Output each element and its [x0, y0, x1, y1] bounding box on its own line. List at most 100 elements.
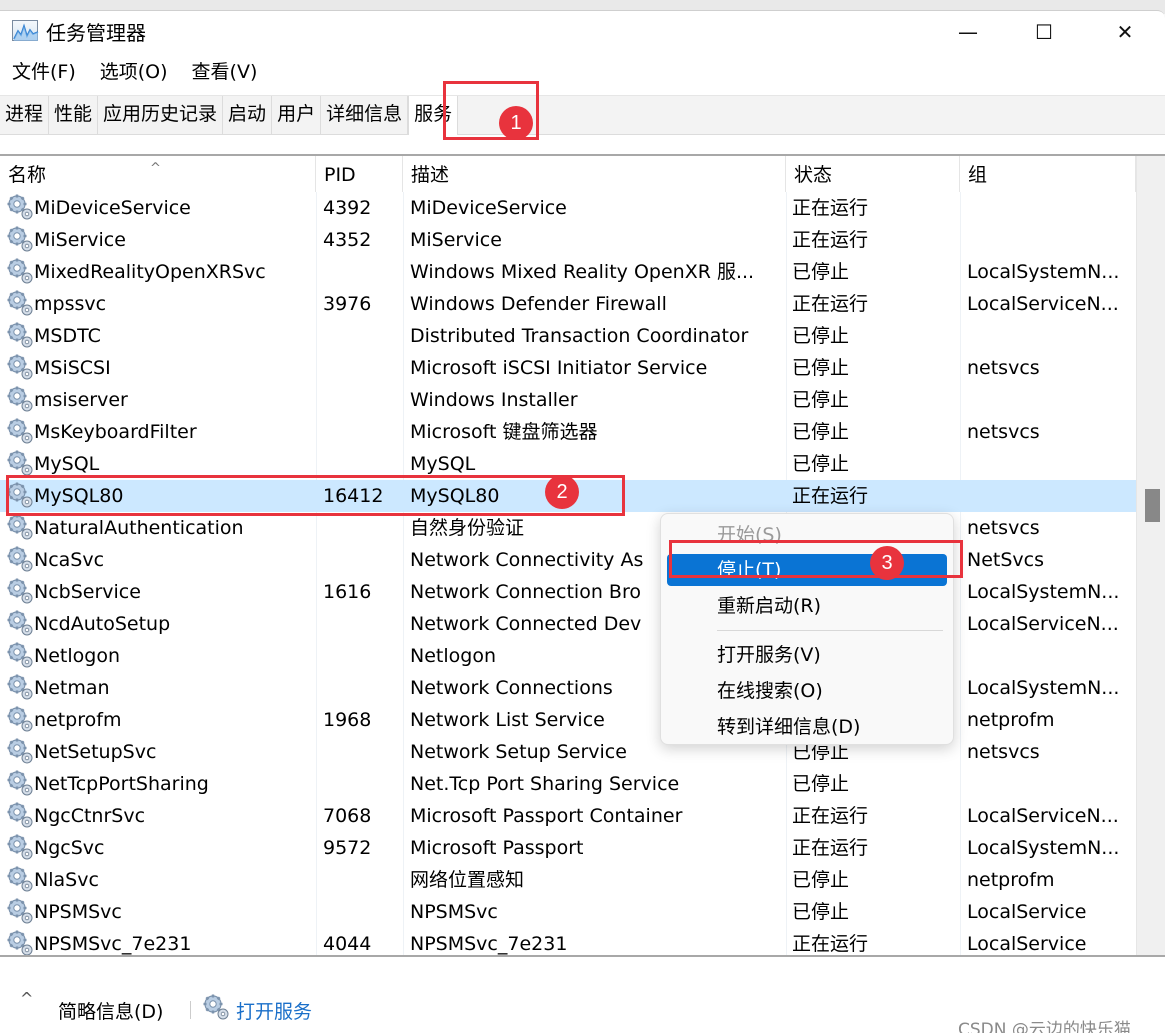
tab-users[interactable]: 用户 [272, 96, 322, 134]
cell-status: 正在运行 [792, 229, 869, 251]
cell-name: NcaSvc [6, 544, 314, 576]
cell-pid [323, 320, 403, 352]
column-header-pid[interactable]: PID [316, 156, 403, 192]
table-row[interactable]: NaturalAuthentication 自然身份验证 netsvcs [0, 512, 1136, 544]
cell-name: NPSMSvc [6, 896, 314, 928]
table-row[interactable]: NgcSvc 9572 Microsoft Passport 正在运行 LocalSys… [0, 832, 1136, 864]
minimize-button[interactable]: — [928, 13, 1008, 51]
table-row[interactable]: netprofm 1968 Network List Service netprofm [0, 704, 1136, 736]
menu-item-search-online[interactable]: 在线搜索(O) [667, 675, 947, 707]
scrollbar-thumb[interactable] [1145, 489, 1160, 522]
fewer-details-link[interactable]: 简略信息(D) [58, 997, 163, 1024]
watermark: CSDN @云边的快乐猫 [958, 1020, 1131, 1033]
table-row[interactable]: MixedRealityOpenXRSvc Windows Mixed Reali… [0, 256, 1136, 288]
cell-pid [323, 768, 403, 800]
cell-status: 正在运行 [792, 485, 869, 507]
annotation-box-stop-item [669, 540, 963, 578]
tab-processes[interactable]: 进程 [0, 96, 50, 134]
cell-description: Net.Tcp Port Sharing Service [410, 773, 680, 795]
service-name: MSDTC [34, 325, 101, 347]
service-gear-icon [6, 800, 34, 828]
service-name: mpssvc [34, 293, 107, 315]
menu-item-go-to-details[interactable]: 转到详细信息(D) [667, 711, 947, 743]
table-row[interactable]: NlaSvc 网络位置感知 已停止 netprofm [0, 864, 1136, 896]
table-row[interactable]: Netman Network Connections LocalSystemN... [0, 672, 1136, 704]
table-row[interactable]: MiService 4352 MiService 正在运行 [0, 224, 1136, 256]
cell-name: NcdAutoSetup [6, 608, 314, 640]
open-services-link[interactable]: 打开服务 [236, 997, 312, 1024]
cell-group: netsvcs [967, 741, 1040, 763]
vertical-scrollbar[interactable] [1136, 156, 1165, 955]
close-button[interactable]: ✕ [1085, 13, 1165, 51]
column-header-status[interactable]: 状态 [786, 156, 960, 192]
service-gear-icon [6, 544, 34, 572]
cell-status: 正在运行 [792, 197, 869, 219]
service-name: NPSMSvc_7e231 [34, 933, 192, 955]
menu-options[interactable]: 选项(O) [88, 57, 180, 89]
cell-description: Windows Defender Firewall [410, 293, 667, 315]
table-row[interactable]: NcdAutoSetup Network Connected Dev LocalSe… [0, 608, 1136, 640]
table-row[interactable]: NetSetupSvc Network Setup Service 已停止 netsv… [0, 736, 1136, 768]
table-row[interactable]: NPSMSvc_7e231 4044 NPSMSvc_7e231 正在运行 LocalS… [0, 928, 1136, 955]
tab-app-history[interactable]: 应用历史记录 [98, 96, 224, 134]
cell-group [967, 448, 1135, 480]
maximize-button[interactable]: ☐ [1004, 13, 1084, 51]
cell-status: 已停止 [792, 901, 850, 923]
menu-item-restart[interactable]: 重新启动(R) [667, 590, 947, 622]
service-gear-icon [6, 448, 34, 476]
table-row[interactable]: MSDTC Distributed Transaction Coordinator… [0, 320, 1136, 352]
table-row[interactable]: NPSMSvc NPSMSvc 已停止 LocalService [0, 896, 1136, 928]
service-name: NetSetupSvc [34, 741, 157, 763]
sort-ascending-icon: ^ [150, 161, 161, 176]
cell-status: 已停止 [792, 261, 850, 283]
cell-group: LocalServiceN... [967, 293, 1119, 315]
service-gear-icon [6, 352, 34, 380]
service-gear-icon [6, 384, 34, 412]
table-row[interactable]: mpssvc 3976 Windows Defender Firewall 正在运行 L… [0, 288, 1136, 320]
service-name: MSiSCSI [34, 357, 111, 379]
table-row[interactable]: NcbService 1616 Network Connection Bro Loca… [0, 576, 1136, 608]
service-name: Netman [34, 677, 110, 699]
service-name: NetTcpPortSharing [34, 773, 209, 795]
menu-item-open-services[interactable]: 打开服务(V) [667, 639, 947, 671]
service-name: NcdAutoSetup [34, 613, 171, 635]
column-header-description[interactable]: 描述 [403, 156, 786, 192]
close-icon: ✕ [1116, 20, 1134, 44]
tab-startup[interactable]: 启动 [223, 96, 273, 134]
menu-view[interactable]: 查看(V) [180, 57, 270, 89]
table-row[interactable]: NetTcpPortSharing Net.Tcp Port Sharing Se… [0, 768, 1136, 800]
column-header-name-label: 名称 [8, 164, 47, 186]
cell-group [967, 320, 1135, 352]
table-row[interactable]: Netlogon Netlogon [0, 640, 1136, 672]
cell-pid [323, 864, 403, 896]
column-header-name[interactable]: 名称 ^ [0, 156, 316, 192]
cell-group [967, 384, 1135, 416]
cell-description: Microsoft Passport Container [410, 805, 683, 827]
table-row[interactable]: msiserver Windows Installer 已停止 [0, 384, 1136, 416]
service-gear-icon [6, 192, 34, 220]
cell-name: NgcSvc [6, 832, 314, 864]
table-header: 名称 ^ PID 描述 状态 组 [0, 156, 1136, 192]
table-row[interactable]: MiDeviceService 4392 MiDeviceService 正在运行 [0, 192, 1136, 224]
table-row[interactable]: MSiSCSI Microsoft iSCSI Initiator Service… [0, 352, 1136, 384]
cell-name: NetSetupSvc [6, 736, 314, 768]
tab-details[interactable]: 详细信息 [321, 96, 409, 134]
cell-description: NPSMSvc_7e231 [410, 933, 568, 955]
menu-file[interactable]: 文件(F) [0, 57, 88, 89]
table-row[interactable]: MsKeyboardFilter Microsoft 键盘筛选器 已停止 netsvc… [0, 416, 1136, 448]
service-gear-icon [6, 288, 34, 316]
cell-pid: 4392 [323, 197, 372, 219]
cell-name: NgcCtnrSvc [6, 800, 314, 832]
cell-status: 已停止 [792, 869, 850, 891]
table-row[interactable]: NcaSvc Network Connectivity As NetSvcs [0, 544, 1136, 576]
table-row[interactable]: NgcCtnrSvc 7068 Microsoft Passport Contain… [0, 800, 1136, 832]
cell-group: LocalSystemN... [967, 261, 1120, 283]
cell-pid: 1616 [323, 581, 372, 603]
cell-group: LocalServiceN... [967, 805, 1119, 827]
tab-performance[interactable]: 性能 [49, 96, 99, 134]
cell-group: LocalServiceN... [967, 613, 1119, 635]
column-header-group[interactable]: 组 [960, 156, 1136, 192]
cell-name: netprofm [6, 704, 314, 736]
collapse-chevron-icon[interactable]: ^ [20, 989, 33, 1008]
annotation-badge-1: 1 [499, 106, 533, 140]
